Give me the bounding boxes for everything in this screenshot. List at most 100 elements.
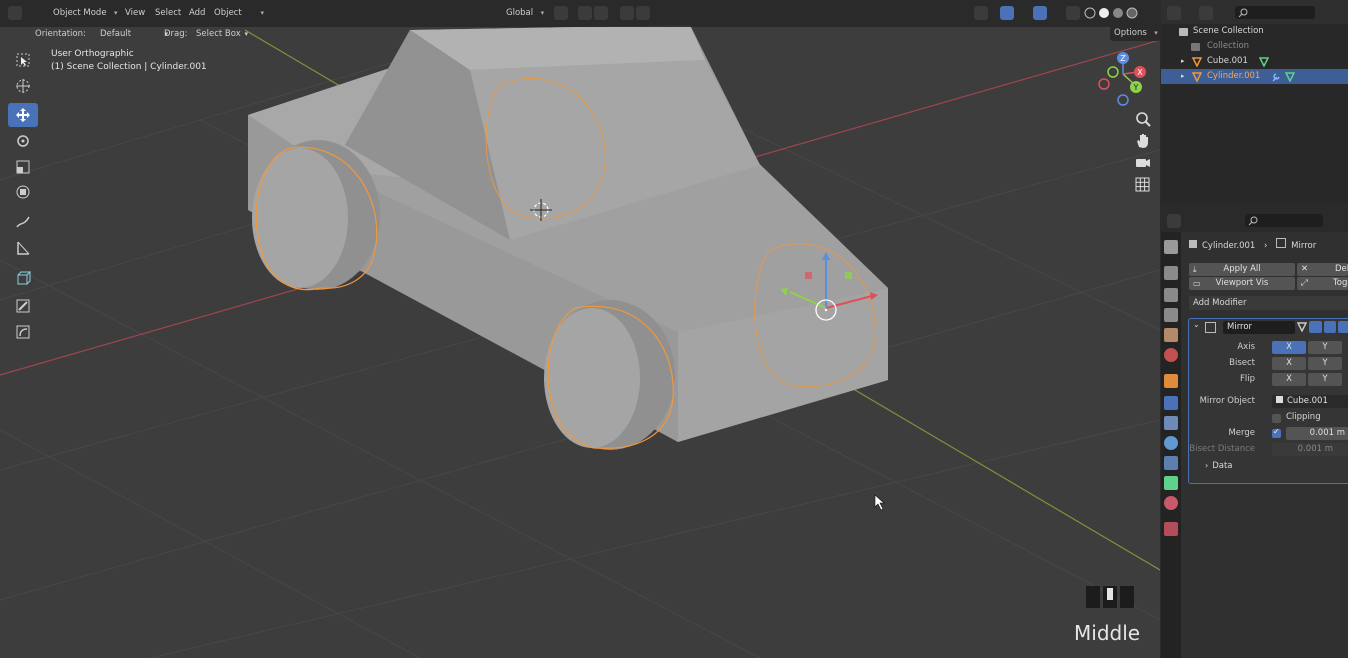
modifier-tab-icon[interactable] [1164, 396, 1178, 410]
svg-text:Y: Y [1133, 83, 1139, 92]
physics-tab-icon[interactable] [1164, 436, 1178, 450]
outliner-scene-collection[interactable]: Scene Collection [1161, 24, 1348, 39]
rotate-icon [17, 135, 29, 147]
object-tab-icon[interactable] [1164, 374, 1178, 388]
axis-x-toggle[interactable]: X [1272, 341, 1306, 354]
flip-x-toggle[interactable]: X [1272, 373, 1306, 386]
transform-tool[interactable] [8, 180, 38, 204]
render-tab-icon[interactable] [1164, 266, 1178, 280]
world-tab-icon[interactable] [1164, 348, 1178, 362]
expand-arrow-icon[interactable]: ▸ [1181, 54, 1185, 69]
pivot-point-icon[interactable] [554, 6, 568, 20]
apply-all-button[interactable]: ⤓ Apply All [1189, 263, 1295, 276]
download-icon: ⤓ [1193, 265, 1197, 274]
bisect-y-toggle[interactable]: Y [1308, 357, 1342, 370]
view-layer-tab-icon[interactable] [1164, 308, 1178, 322]
options-dropdown[interactable]: Options [1110, 26, 1160, 41]
camera-view-icon[interactable] [1134, 154, 1152, 172]
snap-icon[interactable] [578, 6, 592, 20]
outliner-editor-type-icon[interactable] [1167, 6, 1181, 20]
merge-checkbox[interactable] [1272, 427, 1281, 438]
shear-tool[interactable] [8, 294, 38, 318]
on-cage-icon[interactable] [1309, 321, 1322, 333]
menu-select[interactable]: Select [155, 6, 181, 21]
mirror-object-field[interactable]: Cube.001 [1272, 395, 1348, 408]
data-tab-icon[interactable] [1164, 476, 1178, 490]
menu-view[interactable]: View [125, 6, 145, 21]
zoom-icon[interactable] [1134, 110, 1152, 128]
wrench-icon [1272, 73, 1280, 82]
spin-tool[interactable] [8, 320, 38, 344]
perspective-grid-icon[interactable] [1134, 176, 1152, 194]
viewport-vis-button[interactable]: ▭ Viewport Vis [1189, 277, 1295, 290]
gizmo-toggle-icon[interactable] [1000, 6, 1014, 20]
outliner-search-input[interactable] [1235, 6, 1315, 19]
visibility-icon[interactable] [974, 6, 988, 20]
object-extra-dropdown[interactable] [245, 6, 267, 21]
render-camera-icon[interactable] [1338, 321, 1348, 333]
texture-tab-icon[interactable] [1164, 522, 1178, 536]
viewport-scene[interactable] [0, 0, 1160, 658]
front-wheel[interactable] [544, 300, 675, 450]
flip-y-toggle[interactable]: Y [1308, 373, 1342, 386]
editor-type-icon[interactable] [8, 6, 22, 20]
toggle-button[interactable]: ⤢ Toggl [1297, 277, 1348, 290]
proportional-editing-icon[interactable] [620, 6, 634, 20]
outliner-display-mode-icon[interactable] [1199, 6, 1213, 20]
material-tab-icon[interactable] [1164, 496, 1178, 510]
tool-tab-icon[interactable] [1164, 240, 1178, 254]
realtime-display-icon[interactable] [1324, 321, 1336, 333]
overlay-toggle-icon[interactable] [1033, 6, 1047, 20]
properties-editor-type-icon[interactable] [1167, 214, 1181, 228]
scene-tab-icon[interactable] [1164, 328, 1178, 342]
constraints-tab-icon[interactable] [1164, 456, 1178, 470]
drag-dropdown[interactable]: Select Box ▾ [192, 27, 248, 42]
falloff-icon[interactable] [636, 6, 650, 20]
move-tool[interactable] [8, 103, 38, 127]
expand-arrow-icon[interactable]: ▸ [1181, 69, 1185, 84]
menu-add[interactable]: Add [189, 6, 205, 21]
add-cube-icon [17, 271, 31, 285]
collection-icon [1179, 28, 1188, 36]
search-icon [1248, 216, 1258, 226]
outliner-item-cylinder[interactable]: ▸ Cylinder.001 [1161, 69, 1348, 84]
scale-tool[interactable] [8, 155, 38, 179]
bisect-x-toggle[interactable]: X [1272, 357, 1306, 370]
measure-tool[interactable] [8, 236, 38, 260]
outliner-collection[interactable]: Collection [1161, 39, 1348, 54]
select-box-tool[interactable] [8, 48, 38, 72]
annotate-tool[interactable] [8, 210, 38, 234]
bisect-distance-field[interactable]: 0.001 m [1272, 443, 1348, 456]
add-cube-tool[interactable] [8, 266, 38, 290]
menu-object[interactable]: Object [214, 6, 242, 21]
mode-dropdown[interactable]: Object Mode [37, 6, 121, 21]
object-icon [1276, 396, 1283, 403]
transform-orientation-dropdown[interactable]: Global [490, 6, 548, 21]
snap-target-icon[interactable] [594, 6, 608, 20]
delete-all-button[interactable]: ✕ Del [1297, 263, 1348, 276]
data-subpanel[interactable]: › Data [1205, 461, 1233, 471]
close-icon: ✕ [1301, 264, 1309, 274]
merge-distance-field[interactable]: 0.001 m [1286, 427, 1348, 440]
properties-search-input[interactable] [1245, 214, 1323, 227]
pan-hand-icon[interactable] [1134, 132, 1152, 150]
shading-modes[interactable] [1083, 6, 1143, 20]
output-tab-icon[interactable] [1164, 288, 1178, 302]
particles-tab-icon[interactable] [1164, 416, 1178, 430]
3d-viewport[interactable]: Object Mode View Select Add Object Globa… [0, 0, 1160, 658]
collapse-arrow-icon[interactable]: ⌄ [1193, 320, 1200, 329]
view-name: User Orthographic [51, 49, 134, 59]
axis-y-toggle[interactable]: Y [1308, 341, 1342, 354]
navigation-gizmo[interactable]: Z Y X [1095, 48, 1155, 108]
cursor-tool[interactable] [8, 74, 38, 98]
rear-wheel[interactable] [252, 140, 380, 291]
modifier-name-input[interactable]: Mirror [1223, 321, 1295, 334]
rotate-tool[interactable] [8, 129, 38, 153]
orientation-dropdown[interactable]: Default ▾ [84, 27, 170, 42]
add-modifier-dropdown[interactable]: Add Modifier [1189, 296, 1348, 310]
outliner-item-cube[interactable]: ▸ Cube.001 [1161, 54, 1348, 69]
edit-mode-icon [1297, 322, 1307, 332]
xray-icon[interactable] [1066, 6, 1080, 20]
clipping-checkbox[interactable] [1272, 414, 1281, 423]
view-context: (1) Scene Collection | Cylinder.001 [51, 62, 207, 72]
